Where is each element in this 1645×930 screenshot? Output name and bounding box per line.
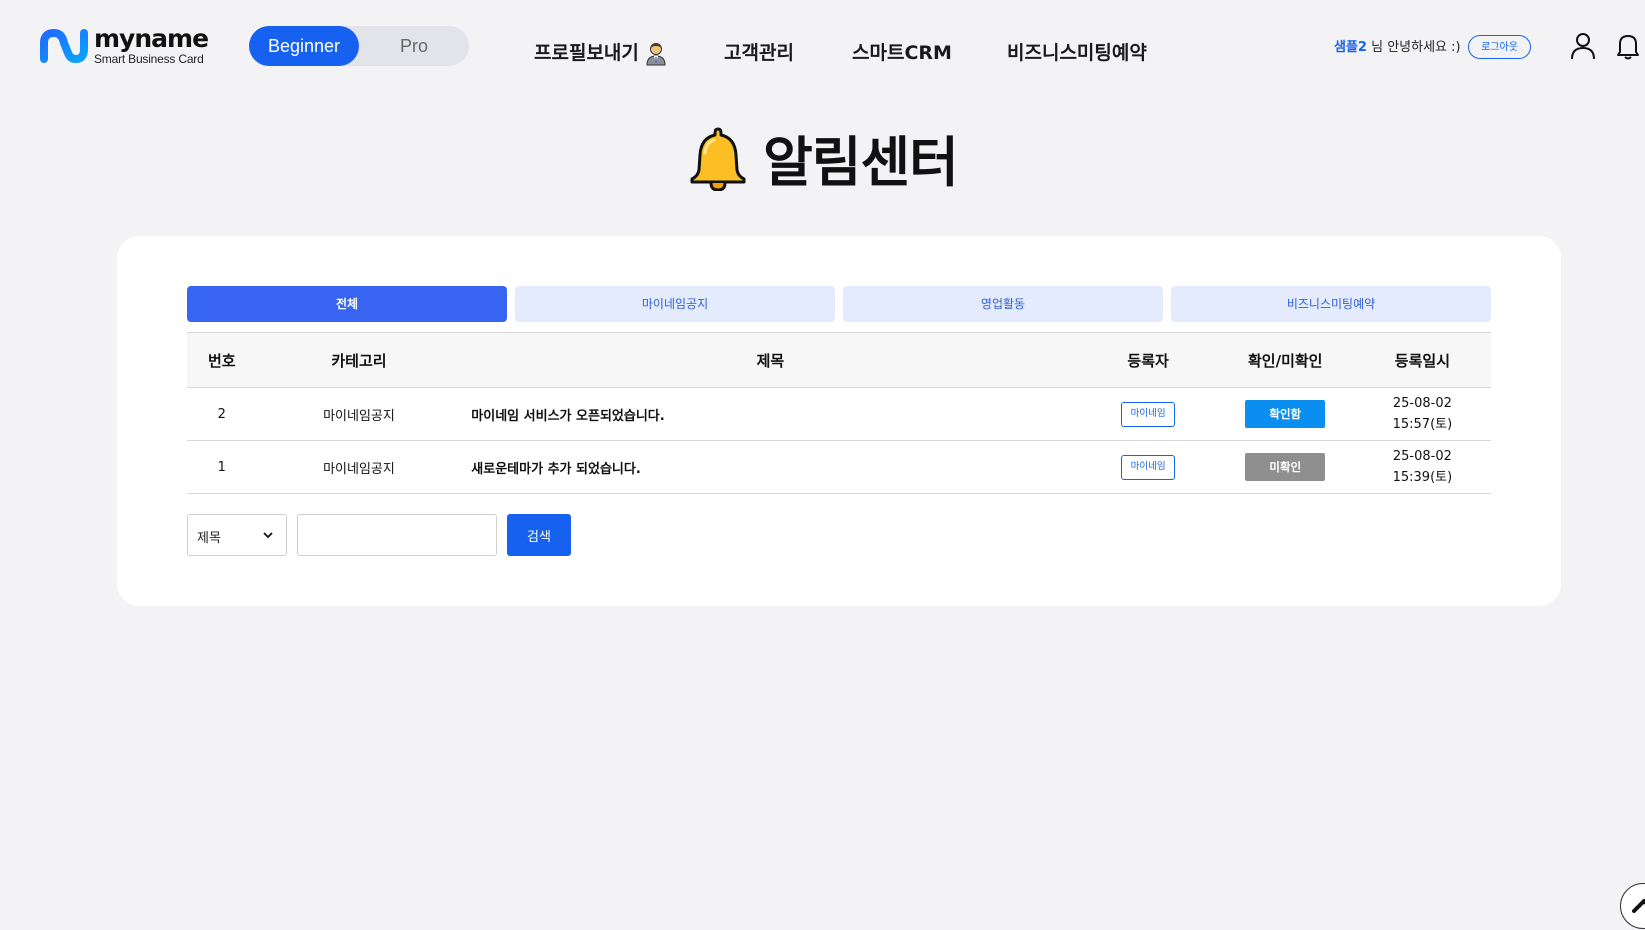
brand-tagline: Smart Business Card	[94, 52, 204, 66]
row-writer-cell: 마이네임	[1079, 440, 1217, 494]
row-time: 15:57(토)	[1392, 417, 1453, 432]
notification-card: 전체 마이네임공지 영업활동 비즈니스미팅예약 번호 카테고리 제목 등록자 확…	[117, 236, 1561, 606]
row-category: 마이네임공지	[256, 387, 462, 441]
nav-item-smart-crm[interactable]: 스마트CRM	[852, 38, 952, 65]
table-row[interactable]: 2 마이네임공지 마이네임 서비스가 오픈되었습니다. 마이네임 확인함 25-…	[187, 387, 1491, 441]
row-time: 15:39(토)	[1392, 470, 1453, 485]
search-field-selected: 제목	[197, 531, 221, 546]
bell-icon	[690, 127, 746, 191]
status-badge: 미확인	[1245, 453, 1326, 481]
user-name: 샘플2	[1334, 40, 1367, 55]
header-no: 번호	[187, 332, 257, 388]
tab-business-meeting[interactable]: 비즈니스미팅예약	[1171, 286, 1491, 322]
table-row[interactable]: 1 마이네임공지 새로운테마가 추가 되었습니다. 마이네임 미확인 25-08…	[187, 440, 1491, 494]
header: myname Smart Business Card Beginner Pro …	[0, 0, 1645, 92]
row-date: 25-08-02	[1392, 449, 1452, 464]
tab-all[interactable]: 전체	[187, 286, 507, 322]
plan-toggle[interactable]: Beginner Pro	[249, 26, 469, 66]
person-icon[interactable]	[1570, 32, 1596, 60]
tab-sales-activity[interactable]: 영업활동	[843, 286, 1163, 322]
row-date: 25-08-02	[1392, 396, 1452, 411]
scroll-top-button[interactable]	[1620, 883, 1645, 929]
row-date-cell: 25-08-02 15:57(토)	[1353, 387, 1491, 441]
nav-item-meeting[interactable]: 비즈니스미팅예약	[1007, 38, 1147, 65]
header-title: 제목	[461, 332, 1080, 388]
nav-item-profile-send[interactable]: 프로필보내기	[534, 38, 667, 66]
user-greeting: 샘플2 님 안녕하세요 :)	[1334, 36, 1461, 55]
logo-mark-icon	[40, 28, 88, 63]
page-title-area: 알림센터	[0, 118, 1645, 197]
row-no: 2	[187, 387, 257, 441]
chevron-down-icon	[263, 532, 273, 539]
chevron-up-icon	[1632, 899, 1645, 913]
category-tabs: 전체 마이네임공지 영업활동 비즈니스미팅예약	[187, 286, 1491, 322]
header-category: 카테고리	[256, 332, 462, 388]
businessperson-icon	[646, 42, 666, 65]
row-title[interactable]: 마이네임 서비스가 오픈되었습니다.	[461, 387, 1080, 441]
brand-name: myname	[94, 24, 209, 53]
plan-option-beginner[interactable]: Beginner	[249, 26, 359, 66]
search-input[interactable]	[297, 514, 497, 556]
nav-item-label: 프로필보내기	[534, 42, 639, 64]
row-status-cell: 확인함	[1216, 387, 1354, 441]
logo[interactable]: myname Smart Business Card	[38, 24, 209, 66]
plan-option-pro[interactable]: Pro	[359, 26, 469, 66]
search-field-select[interactable]: 제목	[187, 514, 287, 556]
row-category: 마이네임공지	[256, 440, 462, 494]
tab-myname-notice[interactable]: 마이네임공지	[515, 286, 835, 322]
row-status-cell: 미확인	[1216, 440, 1354, 494]
page-title: 알림센터	[763, 131, 959, 194]
writer-badge: 마이네임	[1121, 401, 1176, 427]
header-date: 등록일시	[1353, 332, 1491, 388]
row-writer-cell: 마이네임	[1079, 387, 1217, 441]
row-title[interactable]: 새로운테마가 추가 되었습니다.	[461, 440, 1080, 494]
nav-item-customer[interactable]: 고객관리	[724, 38, 794, 65]
row-no: 1	[187, 440, 257, 494]
greeting-text: 님 안녕하세요 :)	[1366, 40, 1461, 55]
status-badge: 확인함	[1245, 400, 1326, 428]
writer-badge: 마이네임	[1121, 454, 1176, 480]
bell-icon[interactable]	[1615, 32, 1641, 60]
logout-button[interactable]: 로그아웃	[1468, 35, 1531, 59]
search-button[interactable]: 검색	[507, 514, 571, 556]
table-header-row: 번호 카테고리 제목 등록자 확인/미확인 등록일시	[187, 332, 1491, 388]
row-date-cell: 25-08-02 15:39(토)	[1353, 440, 1491, 494]
notification-table: 번호 카테고리 제목 등록자 확인/미확인 등록일시 2 마이네임공지 마이네임…	[187, 332, 1491, 494]
header-writer: 등록자	[1079, 332, 1217, 388]
header-status: 확인/미확인	[1216, 332, 1354, 388]
